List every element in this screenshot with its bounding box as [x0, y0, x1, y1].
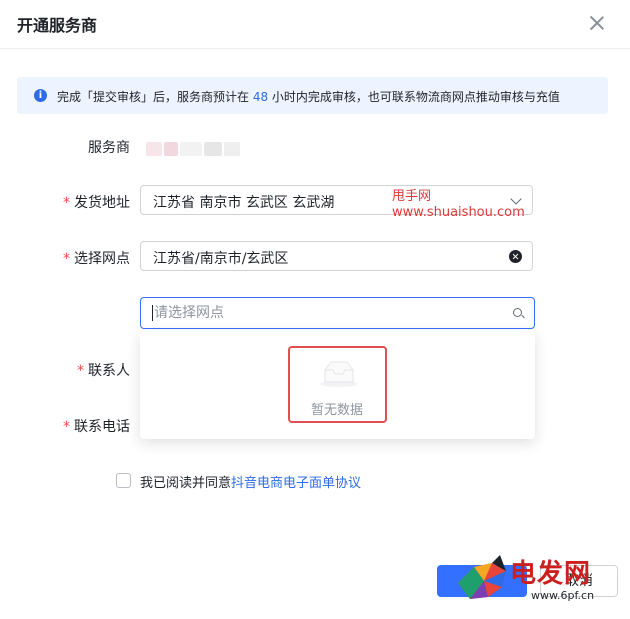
- corner-logo-watermark: 电发网 www.6pf.cn: [454, 553, 626, 609]
- branch-value: 江苏省/南京市/玄武区: [153, 251, 289, 267]
- branch-cascader[interactable]: 江苏省/南京市/玄武区: [140, 241, 533, 271]
- close-icon[interactable]: [588, 14, 606, 32]
- logo-text: 电发网: [510, 559, 592, 589]
- branch-label: * 选择网点: [63, 251, 130, 267]
- dialog-header: 开通服务商: [0, 0, 630, 49]
- empty-text: 暂无数据: [310, 403, 363, 418]
- watermark-site-name: 甩手网: [392, 189, 432, 204]
- branch-search[interactable]: [140, 297, 535, 329]
- agreement-checkbox[interactable]: [116, 473, 131, 488]
- empty-inbox-icon: [320, 361, 358, 387]
- logo-url: www.6pf.cn: [531, 589, 595, 602]
- branch-search-input[interactable]: [154, 303, 494, 323]
- agreement-link[interactable]: 抖音电商电子面单协议: [231, 476, 361, 491]
- info-icon: i: [34, 89, 47, 102]
- provider-label: 服务商: [88, 140, 130, 156]
- branch-dropdown: 暂无数据: [140, 331, 535, 439]
- clear-icon[interactable]: [509, 250, 522, 263]
- info-notice: i 完成「提交审核」后，服务商预计在 48 小时内完成审核，也可联系物流商网点推…: [17, 77, 608, 114]
- notice-hours: 48: [252, 90, 269, 104]
- text-caret: [152, 305, 153, 321]
- watermark-site-url: www.shuaishou.com: [392, 205, 525, 220]
- search-icon: [513, 308, 522, 317]
- address-label: * 发货地址: [63, 195, 130, 211]
- dialog-title: 开通服务商: [17, 16, 98, 35]
- provider-value-blurred: [140, 139, 240, 159]
- phone-label: * 联系电话: [63, 419, 130, 435]
- address-value: 江苏省 南京市 玄武区 玄武湖: [153, 195, 335, 211]
- empty-state-highlight: 暂无数据: [288, 346, 387, 423]
- contact-label: * 联系人: [77, 363, 130, 379]
- bull-logo-icon: [458, 555, 506, 599]
- notice-text: 完成「提交审核」后，服务商预计在 48 小时内完成审核，也可联系物流商网点推动审…: [57, 90, 560, 104]
- chevron-down-icon: [510, 193, 522, 205]
- agreement-text: 我已阅读并同意抖音电商电子面单协议: [140, 476, 362, 491]
